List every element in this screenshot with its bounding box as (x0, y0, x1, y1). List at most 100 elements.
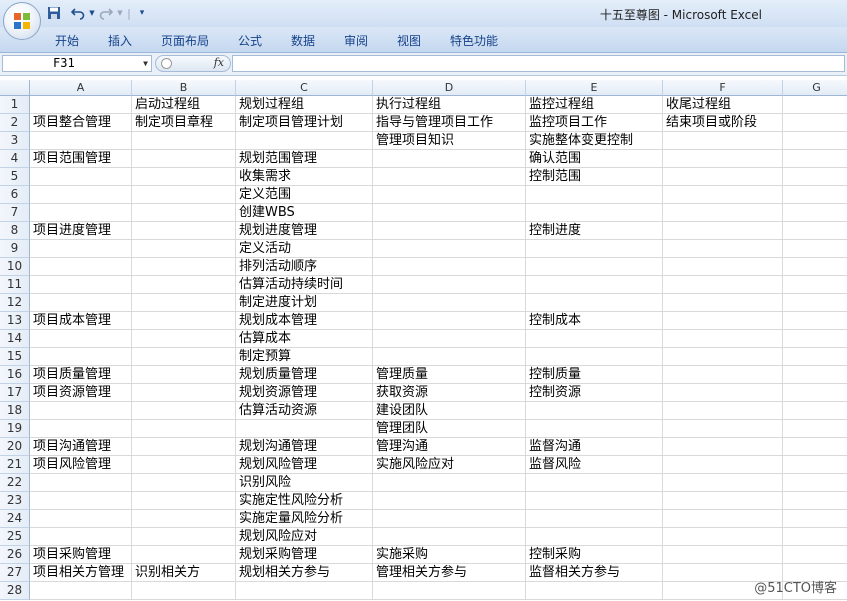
column-header-d[interactable]: D (373, 80, 526, 96)
row-header[interactable]: 7 (0, 204, 30, 222)
cell-d15[interactable] (373, 348, 526, 366)
cell-d3[interactable]: 管理项目知识 (373, 132, 526, 150)
cell-c9[interactable]: 定义活动 (236, 240, 373, 258)
cell-b26[interactable] (132, 546, 236, 564)
row-header[interactable]: 8 (0, 222, 30, 240)
cell-a26[interactable]: 项目采购管理 (30, 546, 132, 564)
cell-e16[interactable]: 控制质量 (526, 366, 663, 384)
column-header-e[interactable]: E (526, 80, 663, 96)
cell-c22[interactable]: 识别风险 (236, 474, 373, 492)
cell-g5[interactable] (783, 168, 847, 186)
cell-e1[interactable]: 监控过程组 (526, 96, 663, 114)
cell-d13[interactable] (373, 312, 526, 330)
cell-b7[interactable] (132, 204, 236, 222)
cell-f6[interactable] (663, 186, 783, 204)
cell-e25[interactable] (526, 528, 663, 546)
cell-g4[interactable] (783, 150, 847, 168)
cell-d28[interactable] (373, 582, 526, 600)
cell-g16[interactable] (783, 366, 847, 384)
cell-c12[interactable]: 制定进度计划 (236, 294, 373, 312)
row-header[interactable]: 14 (0, 330, 30, 348)
cell-g25[interactable] (783, 528, 847, 546)
cell-c10[interactable]: 排列活动顺序 (236, 258, 373, 276)
cell-e8[interactable]: 控制进度 (526, 222, 663, 240)
cell-d22[interactable] (373, 474, 526, 492)
cell-b22[interactable] (132, 474, 236, 492)
row-header[interactable]: 13 (0, 312, 30, 330)
cell-f23[interactable] (663, 492, 783, 510)
cell-c1[interactable]: 规划过程组 (236, 96, 373, 114)
cell-d2[interactable]: 指导与管理项目工作 (373, 114, 526, 132)
row-header[interactable]: 28 (0, 582, 30, 600)
cell-f8[interactable] (663, 222, 783, 240)
cell-e13[interactable]: 控制成本 (526, 312, 663, 330)
cell-b24[interactable] (132, 510, 236, 528)
cell-f2[interactable]: 结束项目或阶段 (663, 114, 783, 132)
cell-b20[interactable] (132, 438, 236, 456)
row-header[interactable]: 11 (0, 276, 30, 294)
cell-a22[interactable] (30, 474, 132, 492)
cell-f18[interactable] (663, 402, 783, 420)
row-header[interactable]: 24 (0, 510, 30, 528)
cell-g21[interactable] (783, 456, 847, 474)
cell-g8[interactable] (783, 222, 847, 240)
column-header-f[interactable]: F (663, 80, 783, 96)
cell-b28[interactable] (132, 582, 236, 600)
cell-g9[interactable] (783, 240, 847, 258)
cell-b12[interactable] (132, 294, 236, 312)
tab-special-features[interactable]: 特色功能 (450, 32, 498, 49)
cell-e9[interactable] (526, 240, 663, 258)
cell-e2[interactable]: 监控项目工作 (526, 114, 663, 132)
cell-e4[interactable]: 确认范围 (526, 150, 663, 168)
cell-d21[interactable]: 实施风险应对 (373, 456, 526, 474)
cell-e22[interactable] (526, 474, 663, 492)
cell-a4[interactable]: 项目范围管理 (30, 150, 132, 168)
cell-b3[interactable] (132, 132, 236, 150)
cell-d9[interactable] (373, 240, 526, 258)
cell-d25[interactable] (373, 528, 526, 546)
cell-a23[interactable] (30, 492, 132, 510)
formula-bar-handle-icon[interactable] (161, 58, 172, 69)
cell-f15[interactable] (663, 348, 783, 366)
cell-a12[interactable] (30, 294, 132, 312)
cell-a17[interactable]: 项目资源管理 (30, 384, 132, 402)
cell-f25[interactable] (663, 528, 783, 546)
cell-a8[interactable]: 项目进度管理 (30, 222, 132, 240)
cell-d18[interactable]: 建设团队 (373, 402, 526, 420)
row-header[interactable]: 3 (0, 132, 30, 150)
row-header[interactable]: 6 (0, 186, 30, 204)
tab-insert[interactable]: 插入 (108, 32, 132, 49)
cell-e21[interactable]: 监督风险 (526, 456, 663, 474)
cell-e17[interactable]: 控制资源 (526, 384, 663, 402)
cell-a16[interactable]: 项目质量管理 (30, 366, 132, 384)
cell-c16[interactable]: 规划质量管理 (236, 366, 373, 384)
column-header-g[interactable]: G (783, 80, 847, 96)
cell-g20[interactable] (783, 438, 847, 456)
cell-b15[interactable] (132, 348, 236, 366)
tab-view[interactable]: 视图 (397, 32, 421, 49)
row-header[interactable]: 17 (0, 384, 30, 402)
row-header[interactable]: 16 (0, 366, 30, 384)
cell-e14[interactable] (526, 330, 663, 348)
cell-c3[interactable] (236, 132, 373, 150)
cell-e18[interactable] (526, 402, 663, 420)
cell-d8[interactable] (373, 222, 526, 240)
row-header[interactable]: 5 (0, 168, 30, 186)
cell-g12[interactable] (783, 294, 847, 312)
row-header[interactable]: 19 (0, 420, 30, 438)
row-header[interactable]: 15 (0, 348, 30, 366)
cell-b23[interactable] (132, 492, 236, 510)
cell-e24[interactable] (526, 510, 663, 528)
cell-g7[interactable] (783, 204, 847, 222)
cell-e11[interactable] (526, 276, 663, 294)
cell-d12[interactable] (373, 294, 526, 312)
cell-c11[interactable]: 估算活动持续时间 (236, 276, 373, 294)
cell-f12[interactable] (663, 294, 783, 312)
cell-c17[interactable]: 规划资源管理 (236, 384, 373, 402)
row-header[interactable]: 20 (0, 438, 30, 456)
row-header[interactable]: 23 (0, 492, 30, 510)
cell-c4[interactable]: 规划范围管理 (236, 150, 373, 168)
cell-e20[interactable]: 监督沟通 (526, 438, 663, 456)
cell-d27[interactable]: 管理相关方参与 (373, 564, 526, 582)
cell-b18[interactable] (132, 402, 236, 420)
